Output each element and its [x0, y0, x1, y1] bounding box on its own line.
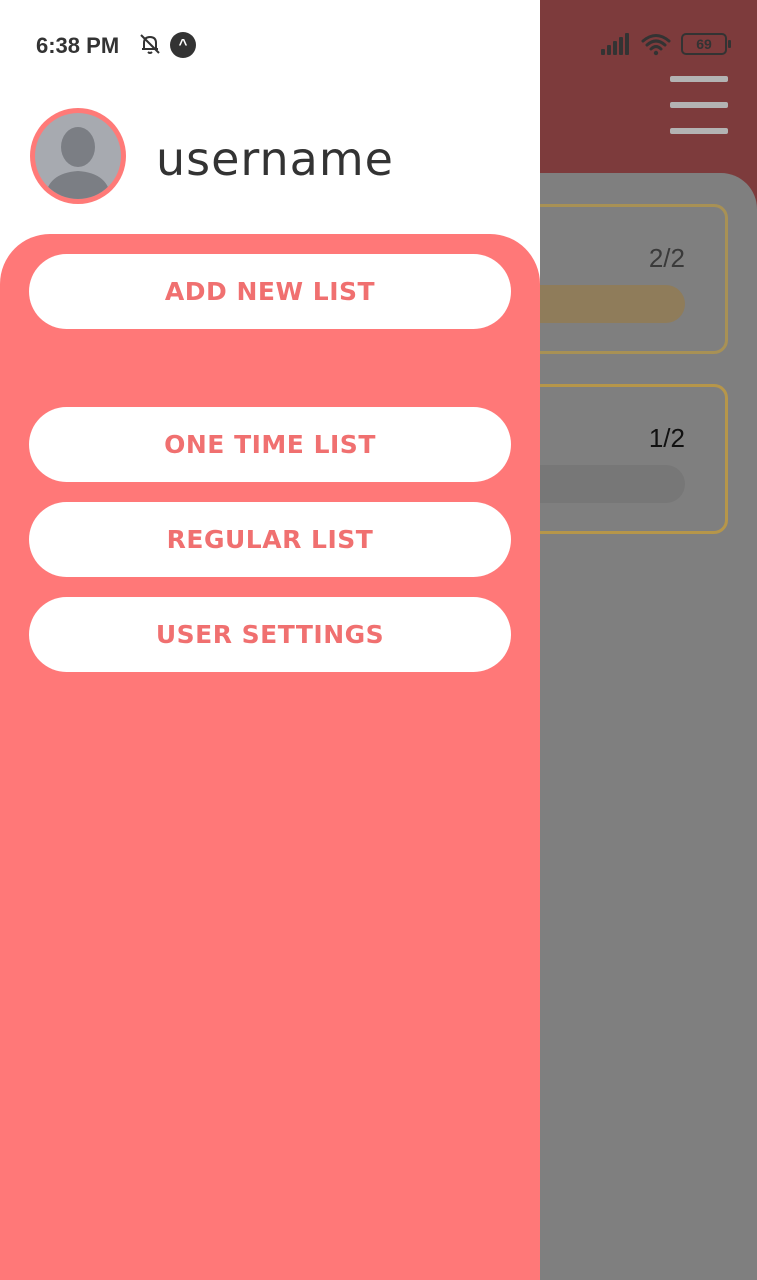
bell-muted-icon	[140, 34, 160, 54]
hamburger-menu-icon[interactable]	[670, 76, 728, 134]
battery-icon: 69	[681, 33, 731, 55]
status-time: 6:38 PM	[36, 33, 120, 58]
drawer-menu-panel: ADD NEW LIST ONE TIME LIST REGULAR LIST …	[0, 234, 540, 1280]
regular-list-button[interactable]: REGULAR LIST	[29, 502, 511, 577]
app-notification-icon: ^	[170, 32, 196, 58]
wifi-icon	[641, 34, 671, 56]
one-time-list-button[interactable]: ONE TIME LIST	[29, 407, 511, 482]
add-new-list-button[interactable]: ADD NEW LIST	[29, 254, 511, 329]
navigation-drawer: 6:38 PM ^ username ADD NEW LIST ONE TIME…	[0, 0, 540, 1280]
user-silhouette-icon	[45, 127, 111, 199]
status-bar-right: 69	[601, 32, 731, 56]
user-settings-button[interactable]: USER SETTINGS	[29, 597, 511, 672]
username-label: username	[156, 132, 394, 186]
list-progress-count: 1/2	[648, 423, 685, 453]
avatar[interactable]	[30, 108, 126, 204]
list-progress-count: 2/2	[648, 243, 685, 273]
signal-icon	[601, 33, 631, 55]
